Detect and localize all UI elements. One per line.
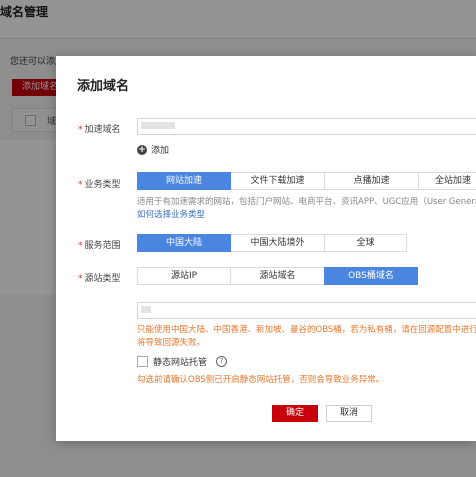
dialog-title: 添加域名 <box>77 79 130 94</box>
business-type-help-row: 如何选择业务类型 <box>137 209 476 222</box>
origin-type-option-domain[interactable]: 源站域名 <box>230 267 325 285</box>
static-hosting-row: 静态网站托管 ? <box>137 355 228 368</box>
origin-type-option-obs[interactable]: OBS桶域名 <box>324 267 418 285</box>
business-type-description: 适用于有加速需求的网站，包括门户网站、电商平台、资讯APP、UGC应用（User… <box>137 197 476 207</box>
origin-type-selector: 源站IP 源站域名 OBS桶域名 <box>137 267 418 285</box>
domain-label: * 加速域名 <box>78 125 121 135</box>
question-icon[interactable]: ? <box>216 356 228 367</box>
business-type-label: * 业务类型 <box>78 180 121 190</box>
cancel-button[interactable]: 取消 <box>326 405 372 422</box>
obs-warning-text-line2: 将导致回源失败。 <box>137 338 206 348</box>
business-type-selector: 网站加速 文件下载加速 点播加速 全站加速 <box>137 172 476 190</box>
static-hosting-warning: 勾选前请确认OBS侧已开启静态网站托管，否则会导致业务异常。 <box>137 375 385 385</box>
static-hosting-label: 静态网站托管 <box>153 358 208 368</box>
origin-address-input[interactable] <box>137 302 476 319</box>
business-type-help-link[interactable]: 如何选择业务类型 <box>137 210 205 220</box>
service-area-option-mainland[interactable]: 中国大陆 <box>137 234 231 252</box>
add-domain-row-button[interactable]: + 添加 <box>137 143 169 156</box>
domain-input[interactable] <box>137 118 476 135</box>
static-hosting-checkbox[interactable] <box>137 356 148 367</box>
origin-input-wrap <box>137 302 476 319</box>
confirm-button[interactable]: 确定 <box>272 405 318 422</box>
business-type-option-whole-site[interactable]: 全站加速 <box>418 172 476 190</box>
obs-warning-text: 只能使用中国大陆、中国香港、新加坡、曼谷的OBS桶，若为私有桶，请在回源配置中进… <box>137 325 476 335</box>
business-type-option-vod[interactable]: 点播加速 <box>324 172 419 190</box>
origin-type-option-ip[interactable]: 源站IP <box>137 267 231 285</box>
masked-domain-text <box>141 122 175 129</box>
service-area-option-overseas[interactable]: 中国大陆境外 <box>230 234 325 252</box>
business-type-option-web[interactable]: 网站加速 <box>137 172 231 190</box>
origin-type-label: * 源站类型 <box>78 274 121 284</box>
domain-input-wrap <box>137 118 476 135</box>
service-area-selector: 中国大陆 中国大陆境外 全球 <box>137 234 407 252</box>
add-domain-dialog: 添加域名 * 加速域名 + 添加 * 业务类型 网站加速 文件下载加速 点播加速 全… <box>56 56 476 441</box>
plus-icon: + <box>137 144 147 155</box>
masked-origin-text <box>141 306 151 313</box>
add-domain-label: 添加 <box>151 146 170 156</box>
service-area-option-global[interactable]: 全球 <box>324 234 407 252</box>
service-area-label: * 服务范围 <box>78 241 121 251</box>
business-type-option-download[interactable]: 文件下载加速 <box>230 172 325 190</box>
